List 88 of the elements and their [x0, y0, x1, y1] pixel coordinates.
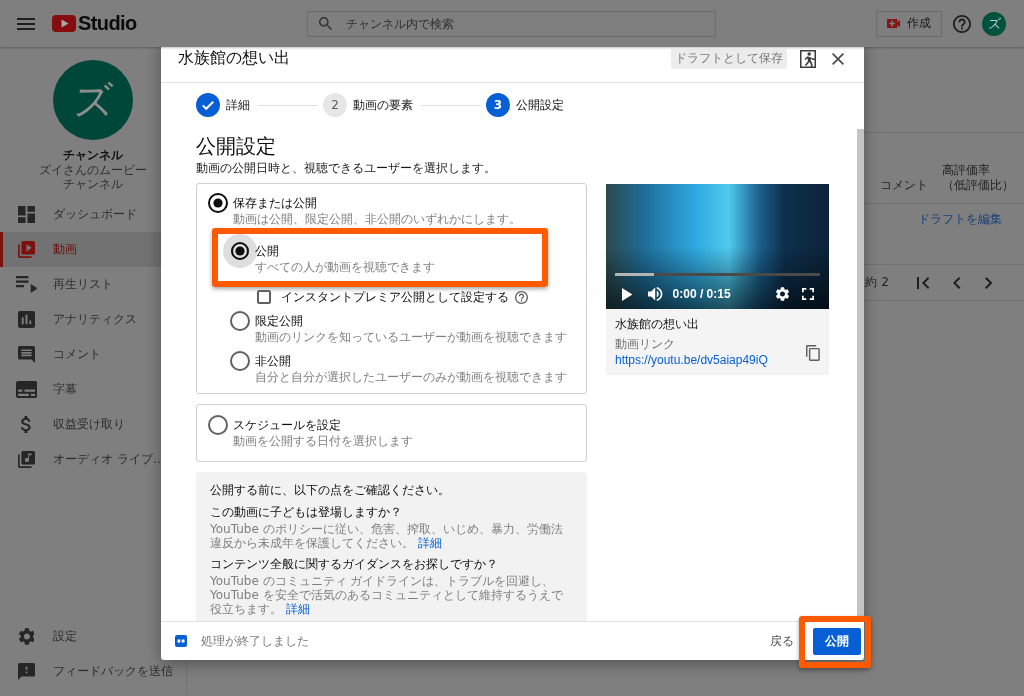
help-icon[interactable]	[953, 14, 971, 33]
question-text: コンテンツ全般に関するガイダンスをお探しですか？	[210, 556, 499, 572]
radio-button[interactable]	[208, 415, 228, 435]
option-description: すべての人が動画を視聴できます	[255, 259, 435, 275]
column-header[interactable]: コメント	[880, 178, 928, 193]
quality-badge-icon	[175, 635, 187, 647]
step-label[interactable]: 動画の要素	[353, 96, 413, 114]
checkbox-label[interactable]: インスタントプレミア公開として設定する	[281, 289, 509, 305]
nav-item[interactable]: オーディオ ライブ…	[0, 442, 186, 477]
dialog-title: 水族館の想い出	[178, 48, 291, 69]
details-link[interactable]: 詳細	[286, 602, 310, 616]
nav-item[interactable]: アナリティクス	[0, 302, 186, 337]
save-draft-button[interactable]: ドラフトとして保存	[671, 48, 787, 69]
menu-icon[interactable]	[17, 17, 35, 30]
video-link[interactable]: https://youtu.be/dv5aiap49iQ	[615, 352, 768, 368]
bar-chart-icon	[18, 311, 35, 328]
checklist-title: 公開する前に、以下の点をご確認ください。	[210, 482, 451, 498]
help-icon[interactable]	[515, 290, 528, 304]
progress-track[interactable]	[615, 273, 820, 276]
option-label[interactable]: スケジュールを設定	[233, 417, 413, 433]
video-library-icon	[18, 241, 35, 258]
studio-logo[interactable]: Studio	[52, 12, 137, 35]
check-circle-icon[interactable]	[196, 93, 220, 117]
option-description: 動画のリンクを知っているユーザーが動画を視聴できます	[255, 329, 567, 345]
fullscreen-icon[interactable]	[802, 288, 814, 300]
option-label[interactable]: 保存または公開	[233, 195, 521, 211]
comment-icon	[18, 346, 35, 363]
guidance-text: YouTube のポリシーに従い、危害、搾取、いじめ、暴力、労働法違反から未成年を保護してください。 詳細	[210, 522, 564, 550]
nav-item[interactable]: フィードバックを送信	[0, 654, 186, 689]
dashboard-icon	[18, 206, 35, 223]
nav-item[interactable]: ダッシュボード	[0, 197, 186, 232]
copy-icon[interactable]	[806, 344, 820, 361]
nav-item[interactable]: 設定	[0, 619, 186, 654]
option-description: 動画は公開、限定公開、非公開のいずれかにします。	[233, 211, 521, 227]
channel-avatar[interactable]: ズ	[53, 60, 133, 140]
step-number[interactable]: 2	[323, 93, 347, 117]
link-label: 動画リンク	[615, 337, 676, 352]
option-description: 自分と自分が選択したユーザーのみが動画を視聴できます	[255, 369, 567, 385]
checkbox[interactable]	[257, 290, 271, 304]
search-field[interactable]: チャンネル内で検索	[307, 10, 716, 37]
radio-button[interactable]	[230, 311, 250, 331]
publish-button[interactable]: 公開	[813, 627, 861, 655]
account-avatar[interactable]: ズ	[982, 11, 1006, 36]
video-title: 水族館の想い出	[615, 316, 700, 332]
processing-status: 処理が終了しました	[201, 632, 309, 650]
option-description: 動画を公開する日付を選択します	[233, 433, 413, 449]
dollar-icon	[21, 416, 32, 433]
nav-item[interactable]: コメント	[0, 337, 186, 372]
settings-icon[interactable]	[776, 287, 789, 301]
video-camera-plus-icon	[886, 19, 900, 28]
step-label[interactable]: 公開設定	[516, 96, 564, 114]
section-description: 動画の公開日時と、視聴できるユーザーを選択します。	[196, 160, 497, 176]
step-number[interactable]: 3	[486, 93, 510, 117]
radio-button[interactable]	[208, 193, 228, 213]
section-heading: 公開設定	[196, 134, 277, 158]
subtitles-icon	[15, 381, 38, 398]
question-text: この動画に子どもは登場しますか？	[210, 504, 403, 520]
nav-item[interactable]: 再生リスト	[0, 267, 186, 302]
nav-item[interactable]: 字幕	[0, 372, 186, 407]
details-link[interactable]: 詳細	[418, 536, 442, 550]
play-icon[interactable]	[622, 287, 633, 301]
channel-name: ズイさんのムービーチャンネル	[38, 163, 148, 191]
chevron-left-icon[interactable]	[953, 276, 961, 289]
channel-title: チャンネル	[63, 148, 123, 162]
chevron-right-icon[interactable]	[984, 276, 992, 289]
first-page-icon[interactable]	[916, 276, 930, 289]
close-icon[interactable]	[832, 52, 844, 65]
music-library-icon	[18, 451, 35, 468]
settings-icon	[18, 628, 35, 645]
option-label[interactable]: 非公開	[255, 353, 567, 369]
running-person-icon[interactable]	[800, 49, 816, 68]
radio-button[interactable]	[223, 234, 257, 268]
step-label[interactable]: 詳細	[226, 96, 250, 114]
play-logo-icon	[52, 15, 76, 32]
option-label[interactable]: 公開	[255, 243, 435, 259]
nav-item[interactable]: 収益受け取り	[0, 407, 186, 442]
feedback-icon	[18, 663, 35, 680]
video-time: 0:00 / 0:15	[672, 287, 731, 301]
pagination-label: 約 2	[865, 274, 889, 291]
guidance-text: YouTube のコミュニティ ガイドラインは、トラブルを回避し、YouTube を安全で活気のあるコミュニティとして維持するうえで役立ちます。 詳細	[210, 574, 564, 616]
column-header[interactable]: 高評価率（低評価比）	[942, 163, 1016, 193]
option-label[interactable]: 限定公開	[255, 313, 567, 329]
playlist-icon	[15, 276, 38, 293]
back-button[interactable]: 戻る	[768, 632, 796, 650]
volume-icon[interactable]	[648, 287, 663, 301]
create-button[interactable]: 作成	[875, 10, 942, 37]
search-icon	[319, 17, 332, 30]
radio-button[interactable]	[230, 351, 250, 371]
